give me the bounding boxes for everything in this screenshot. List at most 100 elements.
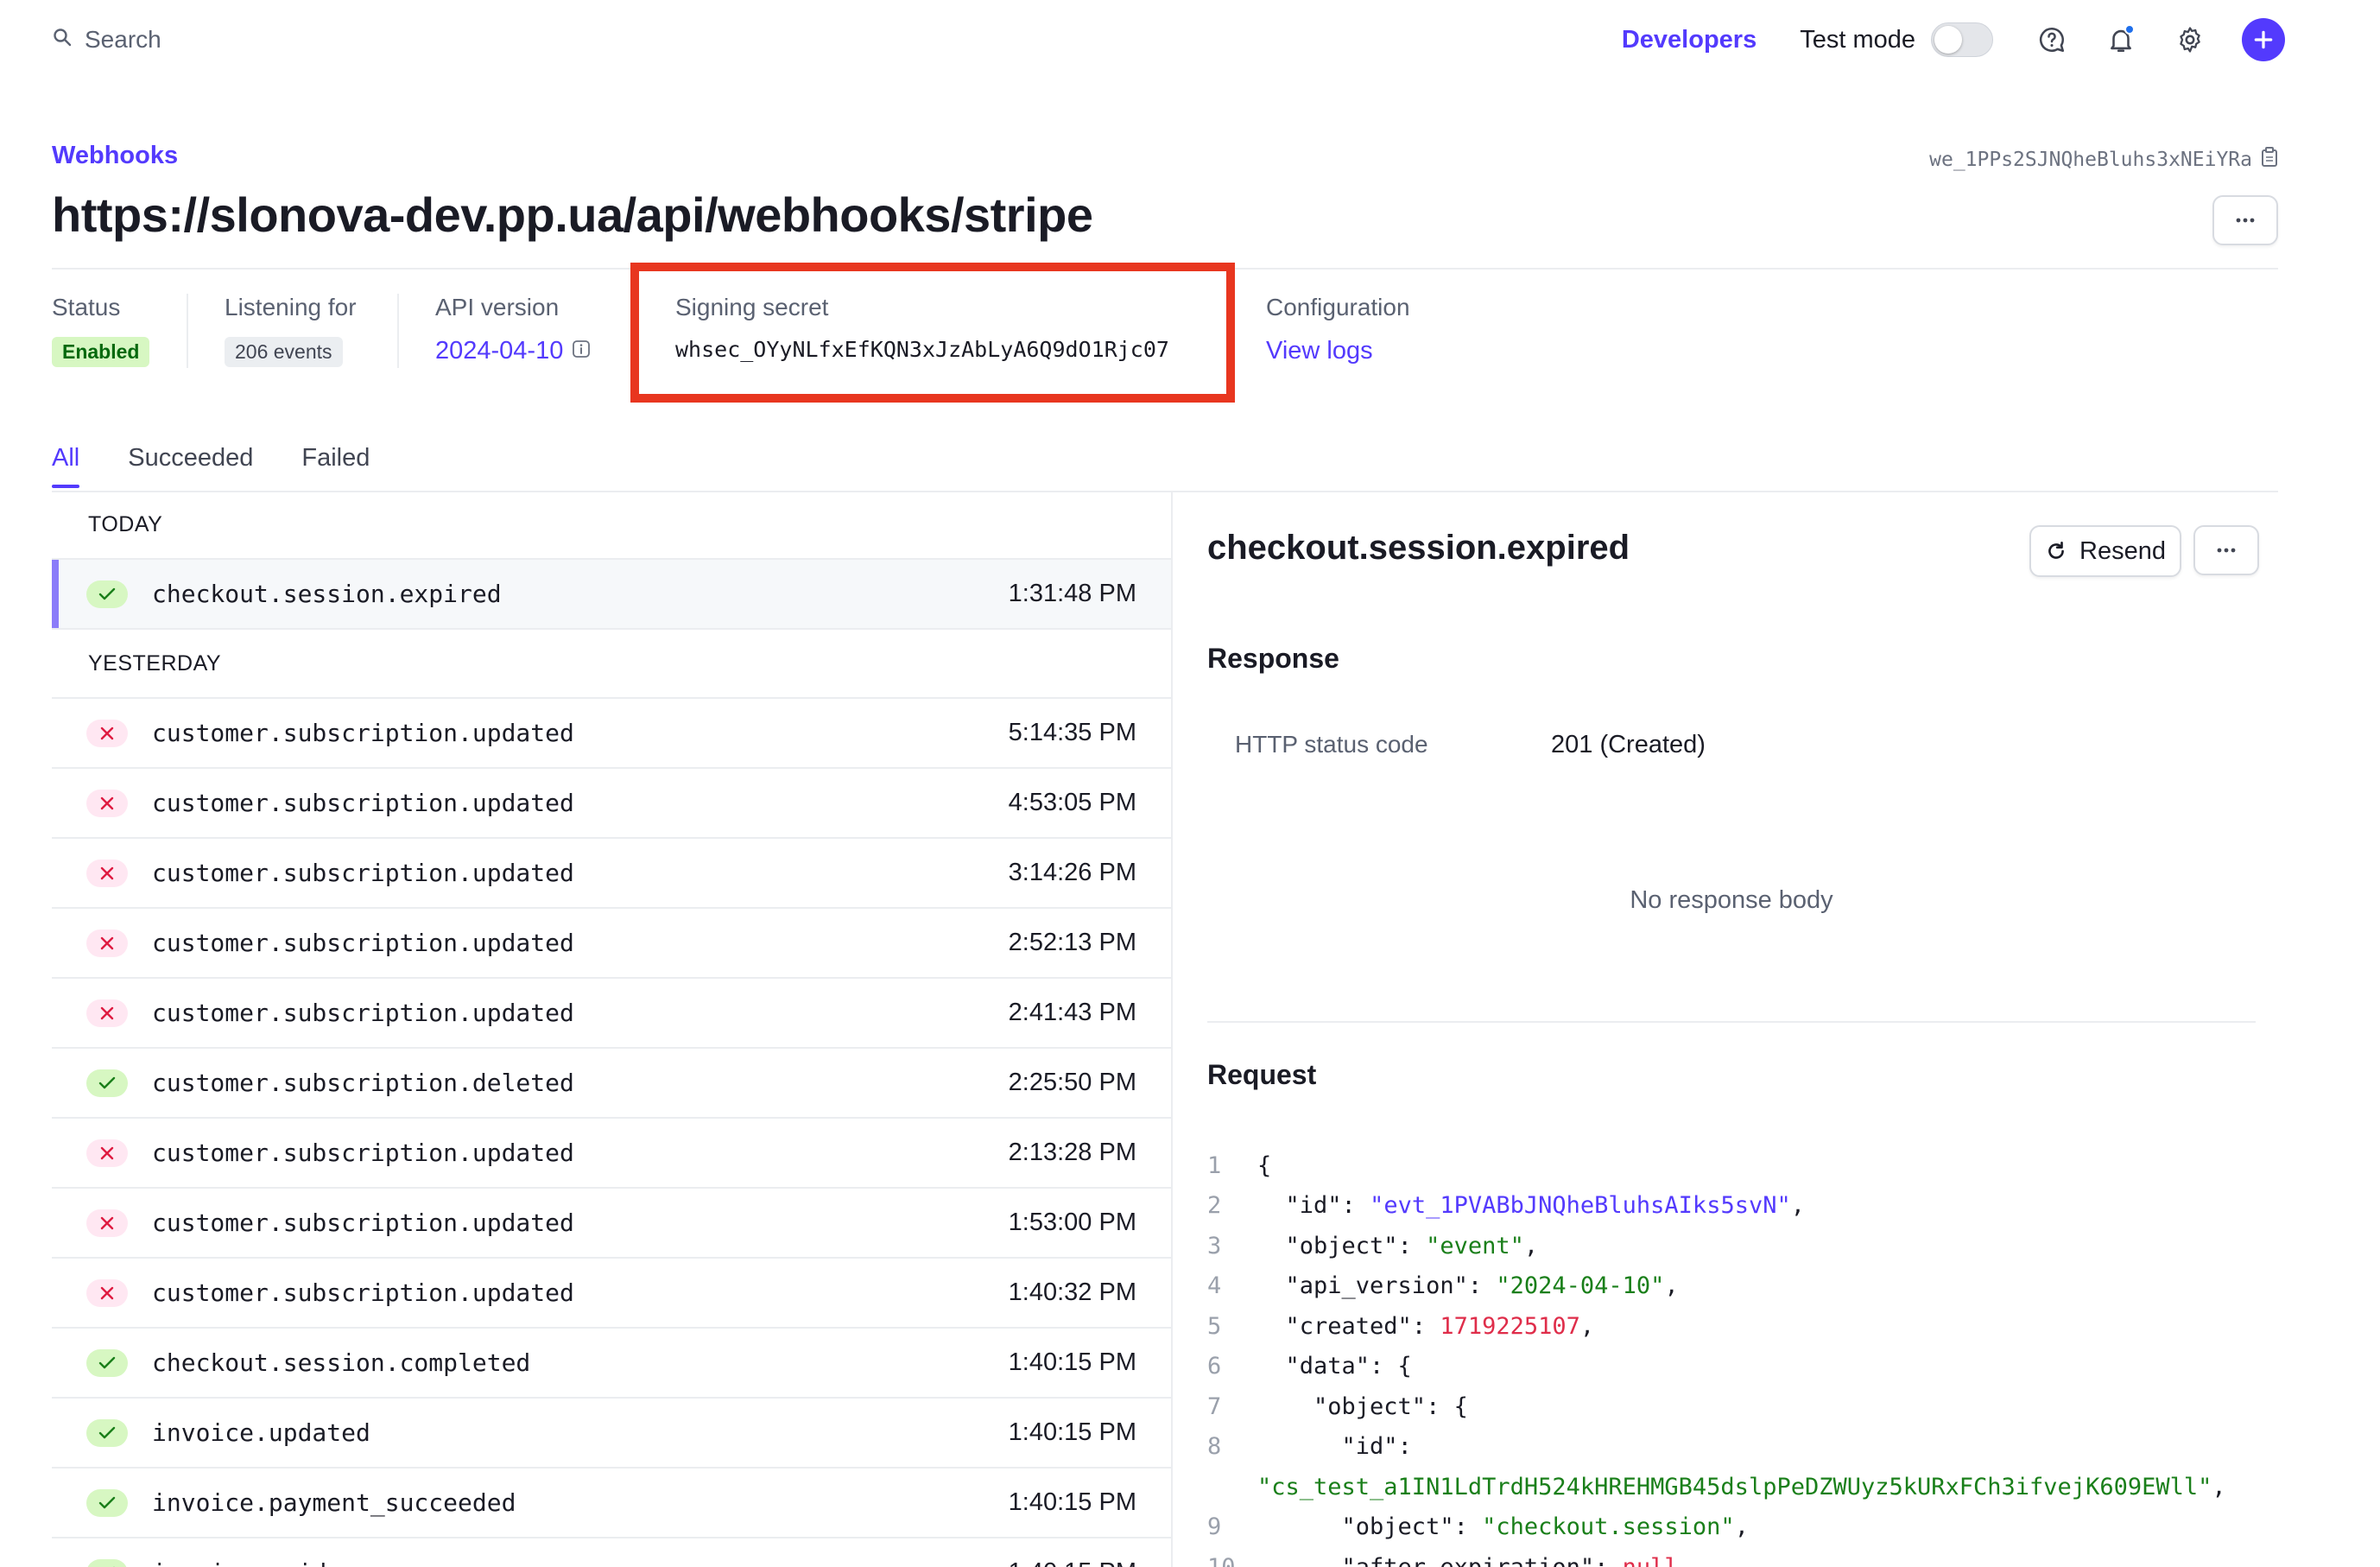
failed-x-icon <box>86 999 128 1027</box>
failed-x-icon <box>86 929 128 957</box>
code-token: "after_expiration" <box>1257 1554 1595 1567</box>
event-time: 5:14:35 PM <box>1008 719 1136 746</box>
event-row[interactable]: customer.subscription.updated 1:40:32 PM <box>52 1259 1171 1329</box>
code-token: : <box>1397 1433 1412 1461</box>
resend-button[interactable]: Resend <box>2029 525 2181 577</box>
endpoint-more-button[interactable] <box>2212 195 2278 245</box>
code-token: , <box>1734 1513 1749 1541</box>
event-row[interactable]: customer.subscription.updated 2:41:43 PM <box>52 979 1171 1049</box>
event-time: 4:53:05 PM <box>1008 789 1136 816</box>
event-name: customer.subscription.updated <box>152 999 574 1027</box>
http-status-label: HTTP status code <box>1235 731 1428 758</box>
event-time: 1:40:15 PM <box>1008 1348 1136 1376</box>
event-row[interactable]: invoice.payment_succeeded 1:40:15 PM <box>52 1469 1171 1538</box>
failed-x-icon <box>86 1209 128 1237</box>
tab-failed[interactable]: Failed <box>301 444 370 473</box>
line-number: 8 <box>1207 1433 1222 1461</box>
success-check-icon <box>86 1558 128 1567</box>
code-line: 8 "id": <box>1207 1427 2226 1468</box>
event-row[interactable]: checkout.session.completed 1:40:15 PM <box>52 1329 1171 1399</box>
info-icon[interactable] <box>572 337 591 365</box>
event-time: 1:40:15 PM <box>1009 1558 1136 1567</box>
create-plus-button[interactable] <box>2242 18 2285 61</box>
event-name: invoice.updated <box>152 1418 370 1447</box>
copy-icon[interactable] <box>2261 147 2278 173</box>
event-row[interactable]: customer.subscription.updated 2:13:28 PM <box>52 1119 1171 1189</box>
code-line: 7 "object": { <box>1207 1386 2226 1427</box>
code-line: 1{ <box>1207 1145 2226 1186</box>
code-token: "evt_1PVABbJNQheBluhsAIks5svN" <box>1370 1192 1791 1220</box>
code-token: "event" <box>1426 1232 1524 1259</box>
success-check-icon <box>86 1418 128 1447</box>
plus-icon <box>2254 30 2273 49</box>
event-row[interactable]: invoice.updated 1:40:15 PM <box>52 1399 1171 1469</box>
event-time: 3:14:26 PM <box>1008 859 1136 886</box>
status-badge: Enabled <box>52 337 150 367</box>
events-count-badge[interactable]: 206 events <box>225 337 343 367</box>
event-more-button[interactable] <box>2193 525 2259 575</box>
event-row[interactable]: customer.subscription.updated 1:53:00 PM <box>52 1189 1171 1259</box>
search-icon <box>52 26 73 54</box>
code-token: : { <box>1426 1393 1468 1420</box>
code-line: "cs_test_a1IN1LdTrdH524kHREHMGB45dslpPeD… <box>1207 1467 2226 1507</box>
no-response-body: No response body <box>1630 886 1833 914</box>
code-token: "object" <box>1257 1513 1454 1541</box>
event-row[interactable]: checkout.session.expired 1:31:48 PM <box>52 560 1171 630</box>
event-row[interactable]: customer.subscription.updated 4:53:05 PM <box>52 769 1171 839</box>
breadcrumb-webhooks[interactable]: Webhooks <box>52 142 178 170</box>
api-version-link[interactable]: 2024-04-10 <box>435 337 563 365</box>
code-token: , <box>1579 1312 1595 1340</box>
meta-divider <box>397 294 399 368</box>
search-bar[interactable]: Search <box>52 22 161 57</box>
endpoint-id: we_1PPs2SJNQheBluhs3xNEiYRa <box>1929 147 2278 173</box>
code-token: , <box>1664 1272 1679 1300</box>
event-row[interactable]: customer.subscription.updated 2:52:13 PM <box>52 909 1171 979</box>
event-time: 1:40:15 PM <box>1008 1488 1136 1516</box>
notifications-bell-icon[interactable] <box>2104 22 2138 57</box>
line-number: 7 <box>1207 1393 1222 1420</box>
http-status-value: 201 (Created) <box>1551 731 1706 758</box>
help-icon[interactable] <box>2035 22 2069 57</box>
page-title: https://slonova-dev.pp.ua/api/webhooks/s… <box>52 187 1093 242</box>
success-check-icon <box>86 1488 128 1517</box>
event-name: customer.subscription.updated <box>152 719 574 747</box>
code-token: { <box>1257 1151 1272 1179</box>
event-row[interactable]: invoice.paid 1:40:15 PM <box>52 1538 1171 1567</box>
event-name: invoice.paid <box>152 1558 326 1567</box>
test-mode-label: Test mode <box>1800 25 1915 54</box>
event-time: 1:40:15 PM <box>1008 1418 1136 1446</box>
failed-x-icon <box>86 719 128 747</box>
code-token: : <box>1467 1272 1497 1300</box>
event-name: invoice.payment_succeeded <box>152 1488 516 1517</box>
developers-link[interactable]: Developers <box>1622 26 1757 54</box>
view-logs-link[interactable]: View logs <box>1266 337 1410 365</box>
code-line: 4 "api_version": "2024-04-10", <box>1207 1266 2226 1307</box>
resend-label: Resend <box>2079 536 2166 565</box>
code-token: "id" <box>1257 1192 1342 1220</box>
tab-all[interactable]: All <box>52 444 80 488</box>
code-token: "created" <box>1257 1312 1412 1340</box>
line-number: 1 <box>1207 1151 1222 1179</box>
success-check-icon <box>86 1069 128 1097</box>
event-row[interactable]: customer.subscription.updated 3:14:26 PM <box>52 839 1171 909</box>
tab-succeeded[interactable]: Succeeded <box>128 444 253 473</box>
settings-gear-icon[interactable] <box>2173 22 2207 57</box>
event-name: customer.subscription.updated <box>152 859 574 887</box>
code-token: "cs_test_a1IN1LdTrdH524kHREHMGB45dslpPeD… <box>1257 1473 2212 1500</box>
event-name: checkout.session.expired <box>152 580 502 608</box>
test-mode-toggle[interactable] <box>1931 22 1993 57</box>
code-line: 10 "after_expiration": null, <box>1207 1547 2226 1567</box>
code-token: null <box>1623 1554 1679 1567</box>
event-name: customer.subscription.updated <box>152 929 574 957</box>
event-name: customer.subscription.deleted <box>152 1069 574 1097</box>
event-name: customer.subscription.updated <box>152 1139 574 1167</box>
event-row[interactable]: customer.subscription.updated 5:14:35 PM <box>52 699 1171 769</box>
code-token: : <box>1594 1554 1623 1567</box>
status-label: Status <box>52 294 121 320</box>
failed-x-icon <box>86 1139 128 1167</box>
event-row[interactable]: customer.subscription.deleted 2:25:50 PM <box>52 1049 1171 1119</box>
request-heading: Request <box>1207 1059 1317 1090</box>
event-name: customer.subscription.updated <box>152 1278 574 1307</box>
configuration-label: Configuration <box>1266 294 1410 320</box>
event-time: 2:13:28 PM <box>1008 1139 1136 1166</box>
